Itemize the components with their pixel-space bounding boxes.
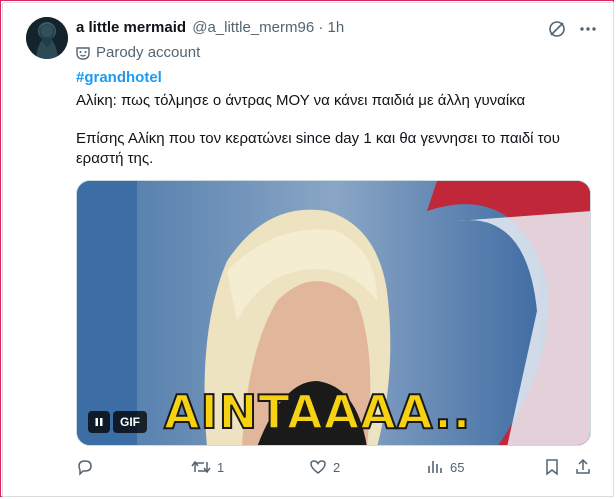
gif-media[interactable]: AINTAAAA.. GIF	[76, 180, 591, 446]
like-button[interactable]: 2	[309, 458, 340, 476]
repost-icon	[191, 460, 211, 474]
heart-icon	[310, 460, 326, 474]
tweet-text-line2: Επίσης Αλίκη που τον κερατώνει since day…	[76, 130, 560, 167]
repost-count: 1	[217, 459, 225, 475]
views-count: 65	[450, 459, 465, 475]
avatar[interactable]	[26, 17, 68, 59]
bookmark-button[interactable]	[544, 458, 566, 476]
views-button[interactable]: 65	[426, 458, 464, 476]
pause-icon	[95, 418, 103, 426]
hashtag-link[interactable]: #grandhotel	[76, 69, 162, 86]
like-count: 2	[333, 459, 341, 475]
pause-button[interactable]	[88, 411, 110, 433]
tweet-text-line1: Αλίκη: πως τόλμησε ο άντρας ΜΟΥ να κάνει…	[76, 92, 526, 109]
reply-icon	[78, 460, 92, 476]
parody-text: Parody account	[96, 44, 201, 61]
bookmark-icon	[546, 459, 558, 476]
display-name[interactable]: a little mermaid	[76, 19, 186, 36]
parody-mask-icon	[76, 46, 90, 60]
grok-icon[interactable]	[548, 20, 566, 38]
tweet-actions: 1 2 65	[76, 458, 596, 482]
views-icon	[428, 461, 442, 473]
share-button[interactable]	[574, 458, 598, 476]
gif-badge[interactable]: GIF	[113, 411, 147, 433]
tweet-header: a little mermaid @a_little_merm96 · 1h	[76, 19, 344, 36]
reply-button[interactable]	[76, 458, 100, 476]
parody-label: Parody account	[76, 44, 200, 61]
repost-button[interactable]: 1	[191, 458, 224, 476]
share-icon	[576, 458, 590, 474]
more-icon[interactable]	[578, 22, 598, 36]
handle-and-time[interactable]: @a_little_merm96 · 1h	[192, 19, 344, 36]
gif-caption: AINTAAAA..	[163, 384, 472, 440]
